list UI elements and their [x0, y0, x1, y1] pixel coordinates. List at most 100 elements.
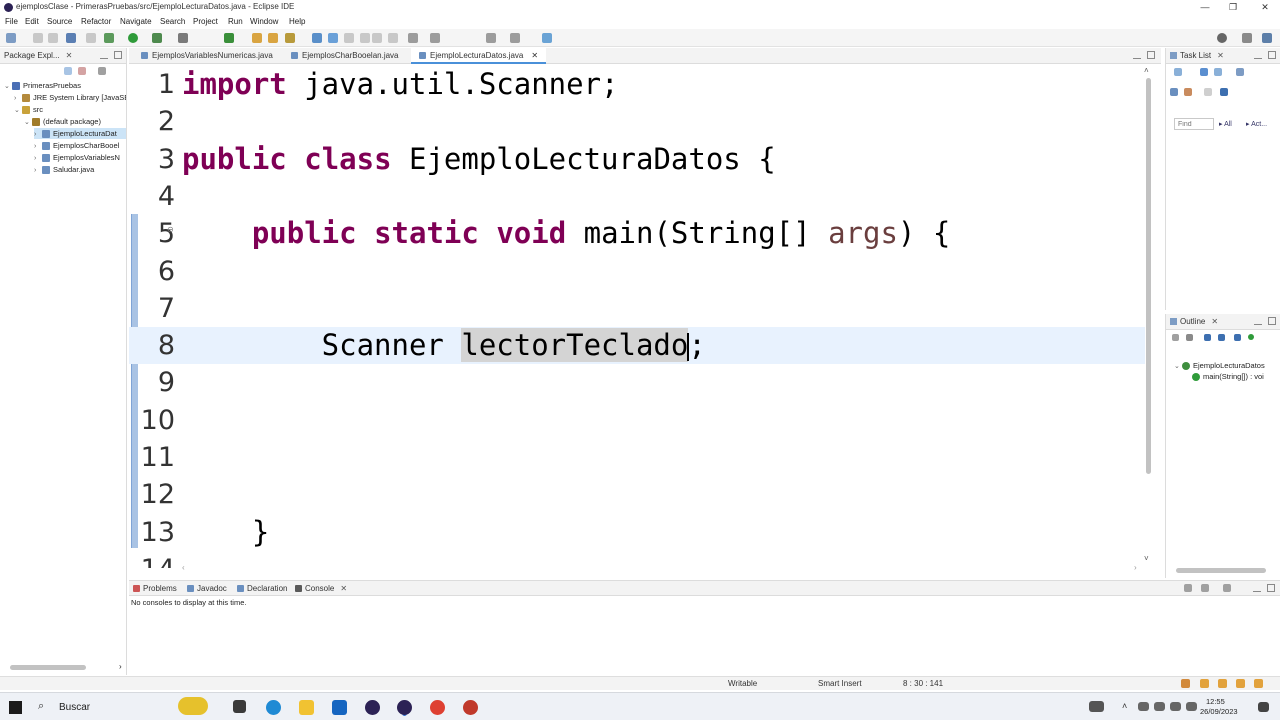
- code-line[interactable]: 11: [129, 439, 1145, 476]
- tree-item[interactable]: › EjemplosVariablesN: [34, 152, 126, 163]
- battery-icon[interactable]: [1154, 702, 1165, 711]
- file-explorer-icon[interactable]: [299, 700, 314, 715]
- menu-help[interactable]: Help: [289, 17, 305, 26]
- filter-icon[interactable]: [1236, 68, 1244, 76]
- link-with-editor-icon[interactable]: [78, 67, 86, 75]
- tab-package-explorer[interactable]: Package Expl... ✕: [4, 51, 72, 60]
- task-find-input[interactable]: [1174, 118, 1214, 130]
- tab-console[interactable]: Console ✕: [295, 584, 347, 593]
- tree-item[interactable]: ⌄ PrimerasPruebas: [4, 80, 126, 91]
- taskbar-search-box[interactable]: ⌕ Buscar: [32, 696, 172, 718]
- tree-item[interactable]: › JRE System Library [JavaSE-: [14, 92, 126, 103]
- menu-source[interactable]: Source: [47, 17, 72, 26]
- edge-icon[interactable]: [266, 700, 281, 715]
- tips-icon[interactable]: [1181, 679, 1190, 688]
- hide-fields-icon[interactable]: [1204, 334, 1211, 341]
- minimize-view-icon[interactable]: [100, 51, 108, 59]
- toggle-mark-occurrences-icon[interactable]: [312, 33, 322, 43]
- scroll-right-icon[interactable]: ›: [119, 662, 122, 671]
- code-area[interactable]: 1 import java.util.Scanner; 2 3 public class…: [129, 68, 1145, 568]
- open-task-icon[interactable]: [268, 33, 278, 43]
- tab-declaration[interactable]: Declaration: [237, 584, 287, 593]
- open-console-icon[interactable]: [1184, 584, 1192, 592]
- focus-icon[interactable]: [1204, 88, 1212, 96]
- mute-icon[interactable]: [1186, 702, 1197, 711]
- search-icon[interactable]: [1217, 33, 1227, 43]
- menu-refactor[interactable]: Refactor: [81, 17, 111, 26]
- menu-run[interactable]: Run: [228, 17, 243, 26]
- scroll-up-icon[interactable]: ˄: [1144, 66, 1149, 75]
- code-line[interactable]: 4: [129, 178, 1145, 215]
- sync-icon[interactable]: [1184, 88, 1192, 96]
- categorized-icon[interactable]: [1200, 68, 1208, 76]
- menu-edit[interactable]: Edit: [25, 17, 39, 26]
- scroll-right-icon[interactable]: ›: [1134, 563, 1137, 572]
- view-menu-icon[interactable]: [98, 67, 106, 75]
- forward-icon[interactable]: [510, 33, 520, 43]
- maximize-view-icon[interactable]: [114, 51, 122, 59]
- code-line[interactable]: 10: [129, 402, 1145, 439]
- debug-icon[interactable]: [104, 33, 114, 43]
- horizontal-scrollbar[interactable]: [1176, 568, 1266, 573]
- horizontal-scrollbar[interactable]: ‹ ›: [182, 563, 1142, 572]
- code-line[interactable]: 5 public static void main(String[] args)…: [129, 215, 1145, 252]
- scheduled-icon[interactable]: [1214, 68, 1222, 76]
- progress-icon[interactable]: [1200, 679, 1209, 688]
- clock-time[interactable]: 12:55: [1206, 697, 1225, 706]
- java-perspective-icon[interactable]: [1262, 33, 1272, 43]
- tree-item[interactable]: › EjemploLecturaDat: [34, 128, 126, 139]
- chevron-right-icon[interactable]: ›: [34, 153, 42, 164]
- maximize-button[interactable]: ❐: [1218, 0, 1248, 15]
- tab-task-list[interactable]: Task List ✕: [1170, 51, 1224, 60]
- search-tool-icon[interactable]: [285, 33, 295, 43]
- activate-link[interactable]: ▸ Act...: [1246, 120, 1267, 128]
- volume-icon[interactable]: [1170, 702, 1181, 711]
- code-line[interactable]: 8 Scanner lectorTeclado;: [129, 327, 1145, 364]
- pin-editor-icon[interactable]: [542, 33, 552, 43]
- maximize-view-icon[interactable]: [1268, 317, 1276, 325]
- close-button[interactable]: ✕: [1250, 0, 1280, 15]
- mail-icon[interactable]: [332, 700, 347, 715]
- all-link[interactable]: ▸ All: [1219, 120, 1232, 128]
- chevron-right-icon[interactable]: ›: [34, 141, 42, 152]
- chevron-right-icon[interactable]: ›: [34, 129, 42, 140]
- show-invisible-icon[interactable]: [372, 33, 382, 43]
- task-view-icon[interactable]: [233, 700, 246, 713]
- chevron-down-icon[interactable]: ⌄: [1174, 361, 1182, 372]
- save-icon[interactable]: [33, 33, 43, 43]
- hide-static-icon[interactable]: [1218, 334, 1225, 341]
- sort-icon[interactable]: [1186, 334, 1193, 341]
- code-line[interactable]: 12: [129, 476, 1145, 513]
- code-line[interactable]: 3 public class EjemploLecturaDatos {: [129, 141, 1145, 178]
- tab-outline[interactable]: Outline ✕: [1170, 317, 1218, 326]
- vertical-scrollbar[interactable]: ˄ ˅: [1141, 66, 1157, 566]
- outline-method-item[interactable]: main(String[]) : voi: [1192, 371, 1264, 382]
- tree-item[interactable]: › EjemplosCharBooel: [34, 140, 126, 151]
- pilcrow-icon[interactable]: [388, 33, 398, 43]
- minimize-editor-icon[interactable]: [1133, 51, 1141, 59]
- new-task-icon[interactable]: [1174, 68, 1182, 76]
- menu-search[interactable]: Search: [160, 17, 185, 26]
- code-line[interactable]: 2: [129, 103, 1145, 140]
- notifications-icon[interactable]: [1258, 702, 1269, 712]
- word-wrap-icon[interactable]: [360, 33, 370, 43]
- eclipse-active-taskbar-icon[interactable]: [397, 700, 412, 715]
- save-all-icon[interactable]: [48, 33, 58, 43]
- close-icon[interactable]: ✕: [66, 51, 73, 60]
- maximize-editor-icon[interactable]: [1147, 51, 1155, 59]
- clock-date[interactable]: 26/09/2023: [1200, 707, 1238, 716]
- minimize-view-icon[interactable]: [1254, 317, 1262, 325]
- chevron-right-icon[interactable]: ›: [14, 93, 22, 104]
- editor-tab-charbooelan[interactable]: EjemplosCharBooelan.java: [283, 48, 407, 64]
- minimize-button[interactable]: —: [1190, 0, 1220, 15]
- code-line[interactable]: 1 import java.util.Scanner;: [129, 68, 1145, 103]
- back-icon[interactable]: [486, 33, 496, 43]
- recording-app-icon[interactable]: [463, 700, 478, 715]
- chrome-icon[interactable]: [430, 700, 445, 715]
- maximize-view-icon[interactable]: [1267, 584, 1275, 592]
- task-status-icon[interactable]: [1236, 679, 1245, 688]
- code-line[interactable]: 9: [129, 364, 1145, 401]
- prev-annotation-icon[interactable]: [430, 33, 440, 43]
- terminal-icon[interactable]: [66, 33, 76, 43]
- open-type-icon[interactable]: [252, 33, 262, 43]
